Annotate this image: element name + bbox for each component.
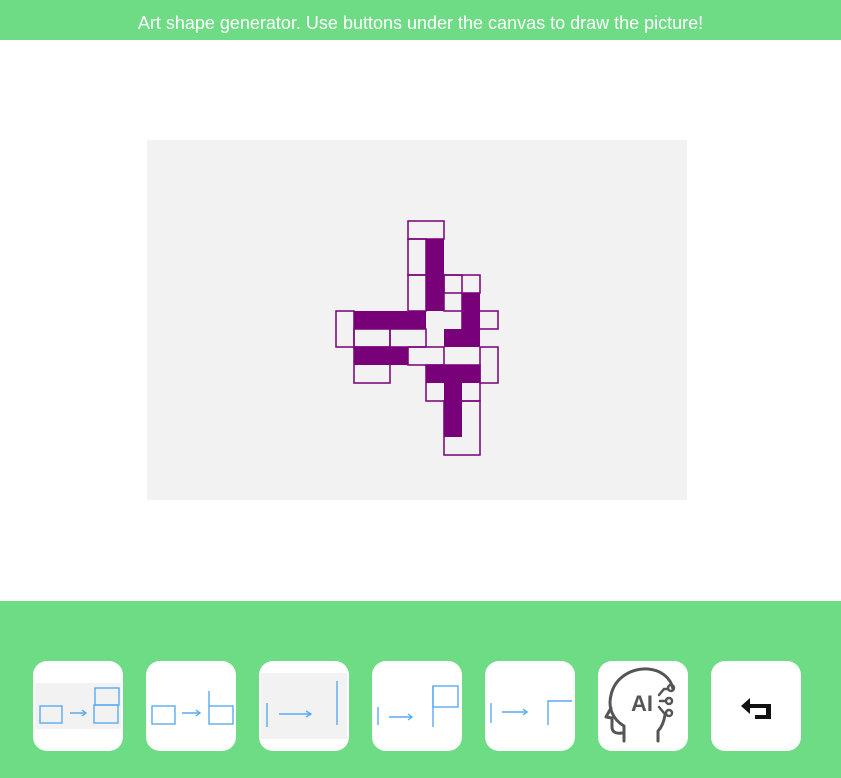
filled-cell bbox=[354, 311, 426, 329]
outline-cell bbox=[479, 346, 499, 384]
toolbar: AI bbox=[0, 601, 841, 778]
outline-cell bbox=[335, 310, 355, 348]
square-to-stacked-squares-button[interactable] bbox=[33, 661, 123, 751]
filled-cell bbox=[354, 347, 408, 365]
drawing-canvas[interactable] bbox=[147, 140, 687, 500]
line-to-long-line-button[interactable] bbox=[259, 661, 349, 751]
square-to-two-stacked-squares-icon bbox=[35, 683, 121, 729]
filled-cell bbox=[444, 329, 480, 347]
filled-cell bbox=[426, 239, 444, 311]
filled-cell bbox=[426, 365, 480, 383]
ai-label: AI bbox=[631, 691, 653, 716]
filled-cell bbox=[462, 293, 480, 329]
header-title: Art shape generator. Use buttons under t… bbox=[137, 13, 704, 33]
line-to-corner-button[interactable] bbox=[485, 661, 575, 751]
square-to-l-squares-icon bbox=[151, 691, 234, 725]
undo-button[interactable] bbox=[711, 661, 801, 751]
outline-cell bbox=[407, 220, 445, 240]
square-to-l-squares-button[interactable] bbox=[146, 661, 236, 751]
outline-cell bbox=[407, 346, 445, 366]
app-header: Art shape generator. Use buttons under t… bbox=[0, 0, 841, 40]
line-to-flag-icon bbox=[377, 685, 459, 727]
ai-generate-button[interactable]: AI bbox=[598, 661, 688, 751]
line-to-long-line-icon bbox=[261, 673, 347, 739]
filled-cell bbox=[444, 383, 462, 437]
undo-arrow-icon bbox=[741, 698, 771, 719]
outline-cell bbox=[389, 328, 427, 348]
shape-drawing bbox=[335, 220, 499, 456]
ai-head-icon: AI bbox=[604, 667, 676, 743]
line-to-flag-button[interactable] bbox=[372, 661, 462, 751]
outline-cell bbox=[407, 238, 427, 276]
outline-cell bbox=[407, 274, 427, 312]
line-to-corner-icon bbox=[490, 700, 572, 725]
outline-cell bbox=[353, 328, 391, 348]
